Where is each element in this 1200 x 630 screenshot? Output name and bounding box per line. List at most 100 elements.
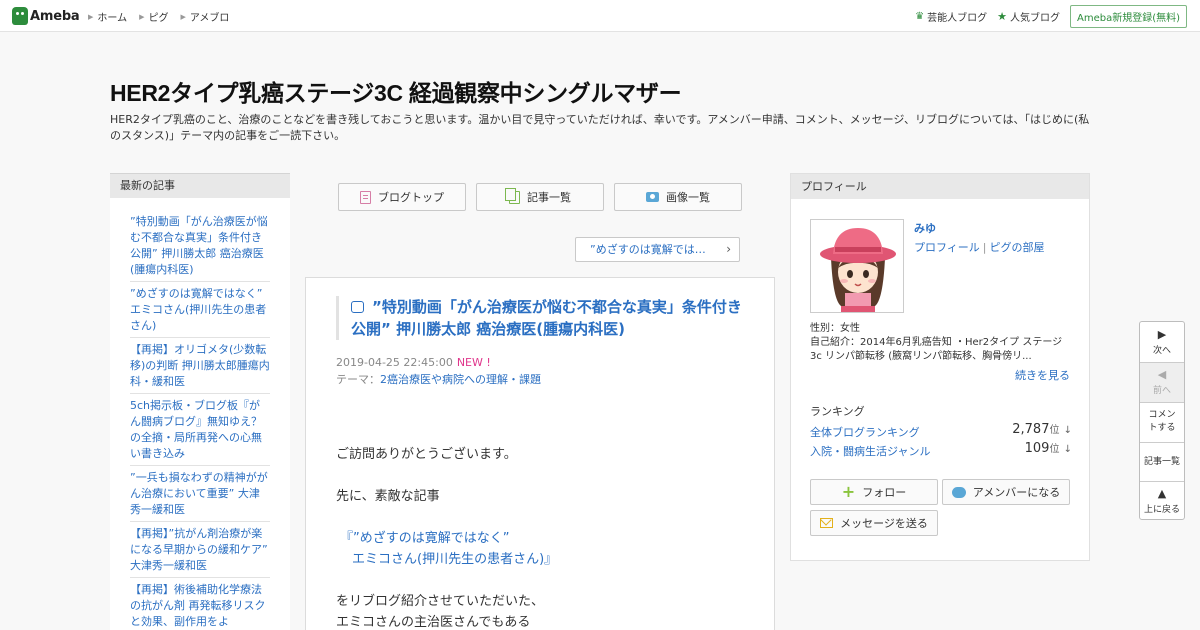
top-nav: ▶ ホーム ▶ ピグ ▶ アメブロ xyxy=(88,9,230,25)
popular-blog-label: 人気ブログ xyxy=(1009,13,1060,24)
ranking-unit: 位 xyxy=(1049,425,1060,436)
body-paragraph: 先に、素敵な記事 xyxy=(336,489,440,504)
recent-article-item[interactable]: 【再掲】術後補助化学療法の抗がん剤 再発転移リスクと効果、副作用をよ xyxy=(130,578,270,630)
article-date: 2019-04-25 22:45:00 xyxy=(336,356,453,369)
ranking-number: 2,787 xyxy=(1012,422,1050,437)
pig-room-link[interactable]: ピグの部屋 xyxy=(990,241,1045,254)
previous-article-label: ”めざすのは寛解では… xyxy=(590,243,706,256)
nav-ameblo[interactable]: ▶ アメブロ xyxy=(180,9,230,25)
profile-heading: プロフィール xyxy=(791,174,1089,199)
blog-nav-buttons: ブログトップ 記事一覧 画像一覧 xyxy=(338,183,742,211)
nav-pig[interactable]: ▶ ピグ xyxy=(139,9,169,25)
reblog-icon xyxy=(351,301,364,313)
recent-articles-heading: 最新の記事 xyxy=(110,173,290,198)
chevron-right-icon: › xyxy=(726,242,731,256)
recent-articles-panel: 最新の記事 ”特別動画「がん治療医が悩む不都合な真実」条件付き公開” 押川勝太郎… xyxy=(110,173,290,630)
triangle-up-icon: ▲ xyxy=(1157,487,1167,500)
star-icon: ★ xyxy=(997,10,1007,23)
celebrity-blog-label: 芸能人ブログ xyxy=(927,13,988,24)
register-button[interactable]: Ameba新規登録(無料) xyxy=(1069,5,1187,28)
image-list-label: 画像一覧 xyxy=(666,191,710,204)
ranking-row-overall[interactable]: 全体ブログランキング 2,787位 ↓ xyxy=(810,421,1072,440)
ranking-number: 109 xyxy=(1024,441,1050,456)
blog-top-label: ブログトップ xyxy=(378,191,444,204)
recent-article-item[interactable]: 【再掲】”抗がん剤治療が楽になる早期からの緩和ケア” 大津秀一緩和医 xyxy=(130,522,270,578)
copy-icon xyxy=(505,187,520,204)
profile-link[interactable]: プロフィール xyxy=(914,241,980,254)
article-title-text: ”特別動画「がん治療医が悩む不都合な真実」条件付き公開” 押川勝太郎 癌治療医(… xyxy=(351,298,742,338)
link-separator: | xyxy=(982,241,987,254)
profile-intro: 自己紹介：2014年6月乳癌告知 ・Her2タイプ ステージ3c リンパ節転移 … xyxy=(810,337,1063,362)
avatar[interactable] xyxy=(810,219,904,313)
play-left-icon: ◀ xyxy=(1157,368,1167,381)
side-article-list-label: 記事一覧 xyxy=(1143,457,1180,467)
logo-text: Ameba xyxy=(30,8,80,24)
document-icon xyxy=(360,190,371,204)
triangle-right-icon: ▶ xyxy=(180,12,186,21)
top-right-links: ♛ 芸能人ブログ ★ 人気ブログ Ameba新規登録(無料) xyxy=(915,5,1187,28)
nav-ameblo-label: アメブロ xyxy=(189,13,230,24)
ranking-label: 入院・闘病生活ジャンル xyxy=(810,445,931,458)
recent-article-item[interactable]: 5ch掲示板・ブログ板『がん闘病ブログ』無知ゆえ？の全摘・局所再発への心無い書き… xyxy=(130,394,270,466)
article-list-label: 記事一覧 xyxy=(527,191,571,204)
ranking-value: 2,787位 ↓ xyxy=(1012,421,1072,437)
crown-icon: ♛ xyxy=(915,11,925,22)
speech-bubble-icon xyxy=(951,486,966,498)
body-paragraph: をリブログ紹介させていただいた、 xyxy=(336,594,545,609)
blog-title[interactable]: HER2タイプ乳癌ステージ3C 経過観察中シングルマザー xyxy=(110,74,682,108)
recent-article-item[interactable]: 【再掲】オリゴメタ(少数転移)の判断 押川勝太郎腫瘍内科・緩和医 xyxy=(130,338,270,394)
nav-pig-label: ピグ xyxy=(148,13,169,24)
prev-label: 前へ xyxy=(1152,386,1171,396)
blog-top-button[interactable]: ブログトップ xyxy=(338,183,466,211)
comment-button[interactable]: コメントする xyxy=(1140,403,1184,443)
previous-article-link[interactable]: ”めざすのは寛解では… › xyxy=(575,237,740,262)
quoted-article-link[interactable]: エミコさん(押川先生の患者さん)』 xyxy=(336,549,746,570)
article-meta: 2019-04-25 22:45:00 NEW ! テーマ：2癌治療医や病院への理… xyxy=(336,354,541,388)
ranking-value: 109位 ↓ xyxy=(1025,440,1072,456)
profile-details: 性別：女性 自己紹介：2014年6月乳癌告知 ・Her2タイプ ステージ3c リ… xyxy=(810,322,1072,364)
next-article-button[interactable]: ▶ 次へ xyxy=(1140,322,1184,363)
ranking-label: 全体ブログランキング xyxy=(810,426,920,439)
theme-link[interactable]: 2癌治療医や病院への理解・課題 xyxy=(380,373,541,386)
article-card: ”特別動画「がん治療医が悩む不都合な真実」条件付き公開” 押川勝太郎 癌治療医(… xyxy=(305,277,775,630)
popular-blog-link[interactable]: ★ 人気ブログ xyxy=(997,9,1060,24)
next-label: 次へ xyxy=(1152,346,1171,356)
article-title[interactable]: ”特別動画「がん治療医が悩む不都合な真実」条件付き公開” 押川勝太郎 癌治療医(… xyxy=(336,296,746,340)
amember-button[interactable]: アメンバーになる xyxy=(942,479,1070,505)
profile-name[interactable]: みゆ xyxy=(914,220,936,236)
recent-article-item[interactable]: ”一兵も損なわずの精神ががん治療において重要” 大津秀一緩和医 xyxy=(130,466,270,522)
plus-icon: + xyxy=(841,482,856,501)
quoted-article-link[interactable]: 『”めざすのは寛解ではなく” xyxy=(336,528,746,549)
ranking-row-genre[interactable]: 入院・闘病生活ジャンル 109位 ↓ xyxy=(810,440,1072,459)
profile-links: プロフィール | ピグの部屋 xyxy=(914,239,1045,255)
recent-article-item[interactable]: ”めざすのは寛解ではなく” エミコさん(押川先生の患者さん) xyxy=(130,282,270,338)
recent-articles-list: ”特別動画「がん治療医が悩む不都合な真実」条件付き公開” 押川勝太郎 癌治療医(… xyxy=(110,198,290,630)
triangle-right-icon: ▶ xyxy=(88,12,94,21)
blog-description: HER2タイプ乳癌のこと、治療のことなどを書き残しておこうと思います。温かい目で… xyxy=(110,113,1090,142)
profile-panel: プロフィール みゆ プロフィール | ピグの部屋 性別：女性 自己紹介：2014… xyxy=(790,173,1090,561)
prev-article-button[interactable]: ◀ 前へ xyxy=(1140,363,1184,403)
new-badge: NEW ! xyxy=(456,356,491,369)
theme-label: テーマ： xyxy=(336,373,380,386)
send-message-label: メッセージを送る xyxy=(840,517,928,530)
camera-icon xyxy=(646,192,659,202)
body-paragraph: ご訪問ありがとうございます。 xyxy=(336,447,517,462)
recent-article-item[interactable]: ”特別動画「がん治療医が悩む不都合な真実」条件付き公開” 押川勝太郎 癌治療医(… xyxy=(130,210,270,282)
send-message-button[interactable]: メッセージを送る xyxy=(810,510,938,536)
back-to-top-label: 上に戻る xyxy=(1143,505,1180,515)
nav-home[interactable]: ▶ ホーム xyxy=(88,9,128,25)
read-more-link[interactable]: 続きを見る xyxy=(1015,367,1070,383)
mail-icon xyxy=(820,518,834,528)
nav-home-label: ホーム xyxy=(97,13,128,24)
side-article-list-button[interactable]: 記事一覧 xyxy=(1140,443,1184,482)
body-paragraph: エミコさんの主治医さんでもある xyxy=(336,615,531,630)
follow-button[interactable]: + フォロー xyxy=(810,479,938,505)
floating-side-nav: ▶ 次へ ◀ 前へ コメントする 記事一覧 ▲ 上に戻る xyxy=(1139,321,1185,520)
image-list-button[interactable]: 画像一覧 xyxy=(614,183,742,211)
ameba-logo[interactable]: Ameba xyxy=(12,6,80,26)
down-arrow-icon: ↓ xyxy=(1063,444,1072,455)
ranking-unit: 位 xyxy=(1049,444,1060,455)
back-to-top-button[interactable]: ▲ 上に戻る xyxy=(1140,482,1184,520)
celebrity-blog-link[interactable]: ♛ 芸能人ブログ xyxy=(915,9,987,24)
article-list-button[interactable]: 記事一覧 xyxy=(476,183,604,211)
